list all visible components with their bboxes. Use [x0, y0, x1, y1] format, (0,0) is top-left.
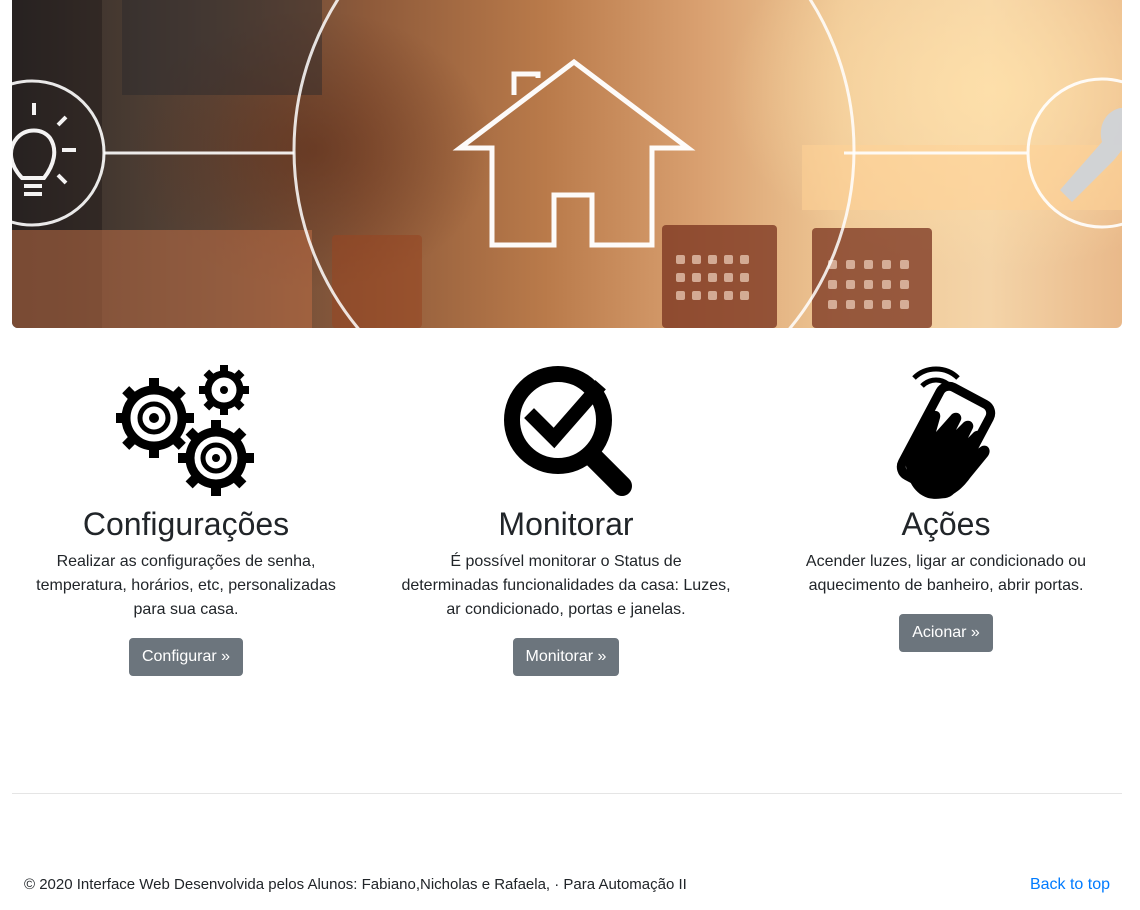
phone-in-hand-icon [766, 360, 1126, 500]
feature-monitorar: Monitorar É possível monitorar o Status … [386, 360, 746, 676]
feature-title: Monitorar [498, 506, 634, 542]
house-icon [452, 58, 696, 248]
hero-smart-home-overlay [12, 0, 1122, 328]
lightbulb-icon [12, 103, 76, 196]
feature-acoes: Ações Acender luzes, ligar ar condiciona… [766, 360, 1126, 652]
feature-description: Acender luzes, ligar ar condicionado ou … [805, 553, 1087, 594]
feature-title: Configurações [82, 506, 290, 542]
feature-title: Ações [901, 506, 991, 542]
hero-banner [12, 0, 1122, 328]
acionar-button[interactable]: Acionar » [899, 614, 993, 652]
feature-description: É possível monitorar o Status de determi… [401, 553, 731, 618]
feature-configuracoes: Configurações Realizar as configurações … [6, 360, 366, 676]
monitorar-button[interactable]: Monitorar » [512, 638, 620, 676]
footer-divider [12, 793, 1122, 794]
gears-icon [6, 360, 366, 500]
magnifier-check-icon [386, 360, 746, 500]
wrench-icon [1060, 108, 1122, 202]
feature-description: Realizar as configurações de senha, temp… [36, 553, 336, 618]
configurar-button[interactable]: Configurar » [128, 638, 244, 676]
footer-copyright: © 2020 Interface Web Desenvolvida pelos … [24, 876, 687, 893]
back-to-top-link[interactable]: Back to top [1030, 876, 1110, 894]
